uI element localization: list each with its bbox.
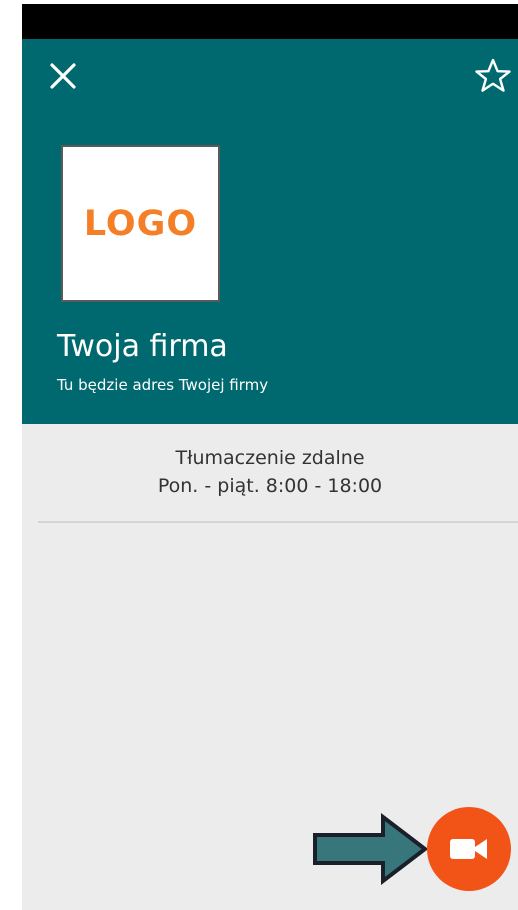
company-name: Twoja firma — [57, 329, 228, 364]
screenshot-stage: LOGO Twoja firma Tu będzie adres Twojej … — [0, 0, 518, 910]
service-info: Tłumaczenie zdalne Pon. - piąt. 8:00 - 1… — [22, 444, 518, 500]
close-button[interactable] — [46, 59, 80, 93]
company-logo: LOGO — [61, 145, 220, 302]
video-camera-icon — [450, 839, 487, 859]
service-name: Tłumaczenie zdalne — [175, 447, 365, 469]
logo-text: LOGO — [83, 203, 198, 244]
service-hours: Pon. - piąt. 8:00 - 18:00 — [157, 475, 383, 497]
company-header: LOGO Twoja firma Tu będzie adres Twojej … — [22, 39, 518, 424]
app-screen: LOGO Twoja firma Tu będzie adres Twojej … — [22, 39, 518, 910]
star-outline-icon — [475, 58, 511, 92]
company-address: Tu będzie adres Twojej firmy — [57, 376, 269, 394]
arrow-right-icon — [313, 813, 429, 885]
divider — [38, 521, 518, 523]
favorite-button[interactable] — [474, 57, 512, 95]
status-bar — [22, 4, 518, 39]
video-call-button[interactable] — [427, 807, 511, 891]
close-icon — [50, 63, 76, 89]
